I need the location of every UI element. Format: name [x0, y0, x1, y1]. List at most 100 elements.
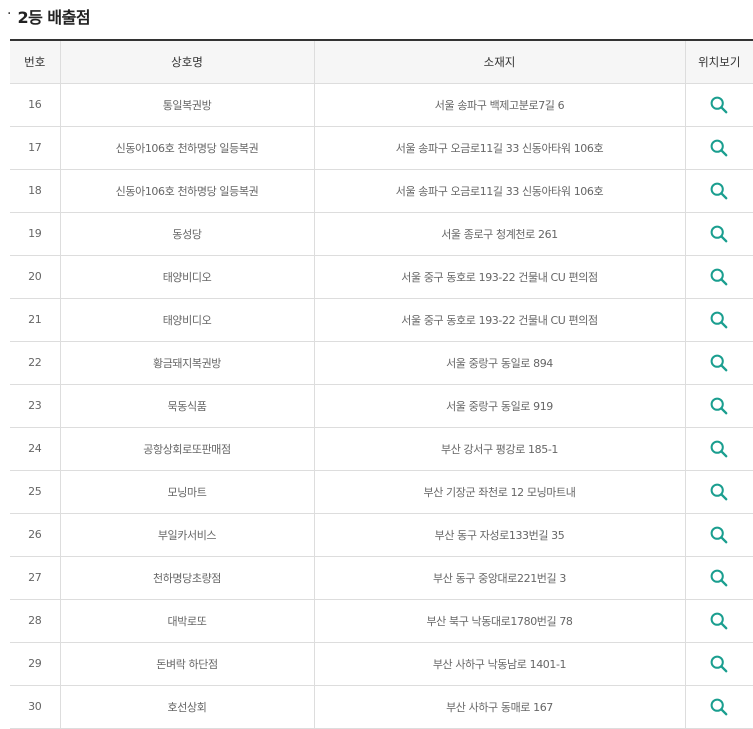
section-title: · 2등 배출점	[7, 3, 91, 29]
row-number: 29	[10, 642, 60, 686]
row-number: 24	[10, 427, 60, 471]
row-number: 21	[10, 298, 60, 342]
row-address: 부산 사하구 동매로 167	[313, 685, 685, 729]
search-icon[interactable]	[709, 568, 729, 588]
row-view-location	[684, 384, 753, 428]
search-icon[interactable]	[709, 482, 729, 502]
row-store-name: 호선상회	[59, 685, 314, 729]
table-row: 17 신동아106호 천하명당 일등복권 서울 송파구 오금로11길 33 신동아타…	[10, 126, 753, 170]
table-row: 21 태양비디오 서울 중구 동호로 193-22 건물내 CU 편의점	[10, 298, 753, 342]
table-row: 19 동성당 서울 종로구 청계천로 261	[10, 212, 753, 256]
search-icon[interactable]	[709, 439, 729, 459]
table-row: 18 신동아106호 천하명당 일등복권 서울 송파구 오금로11길 33 신동아타…	[10, 169, 753, 213]
row-view-location	[684, 83, 753, 127]
row-view-location	[684, 298, 753, 342]
search-icon[interactable]	[709, 310, 729, 330]
row-address: 부산 동구 자성로133번길 35	[313, 513, 685, 557]
header-address: 소재지	[313, 39, 685, 84]
row-number: 16	[10, 83, 60, 127]
table-row: 23 묵동식품 서울 중랑구 동일로 919	[10, 384, 753, 428]
row-address: 서울 중구 동호로 193-22 건물내 CU 편의점	[313, 298, 685, 342]
search-icon[interactable]	[709, 353, 729, 373]
table-header-row: 번호 상호명 소재지 위치보기	[10, 39, 753, 84]
header-view-location: 위치보기	[684, 39, 753, 84]
row-number: 17	[10, 126, 60, 170]
row-view-location	[684, 427, 753, 471]
search-icon[interactable]	[709, 525, 729, 545]
row-view-location	[684, 470, 753, 514]
row-address: 서울 중랑구 동일로 919	[313, 384, 685, 428]
row-store-name: 신동아106호 천하명당 일등복권	[59, 169, 314, 213]
row-store-name: 통일복권방	[59, 83, 314, 127]
row-store-name: 천하명당초량점	[59, 556, 314, 600]
row-store-name: 모닝마트	[59, 470, 314, 514]
row-number: 23	[10, 384, 60, 428]
table-row: 27 천하명당초량점 부산 동구 중앙대로221번길 3	[10, 556, 753, 600]
search-icon[interactable]	[709, 181, 729, 201]
row-number: 28	[10, 599, 60, 643]
table-row: 22 황금돼지복권방 서울 중랑구 동일로 894	[10, 341, 753, 385]
table-row: 20 태양비디오 서울 중구 동호로 193-22 건물내 CU 편의점	[10, 255, 753, 299]
row-store-name: 부일카서비스	[59, 513, 314, 557]
table-row: 26 부일카서비스 부산 동구 자성로133번길 35	[10, 513, 753, 557]
row-address: 서울 송파구 오금로11길 33 신동아타워 106호	[313, 126, 685, 170]
winner-store-table: 번호 상호명 소재지 위치보기 16 통일복권방 서울 송파구 백제고분로7길 61…	[10, 39, 753, 729]
row-address: 서울 송파구 오금로11길 33 신동아타워 106호	[313, 169, 685, 213]
row-number: 25	[10, 470, 60, 514]
row-number: 20	[10, 255, 60, 299]
table-row: 25 모닝마트 부산 기장군 좌천로 12 모닝마트내	[10, 470, 753, 514]
row-address: 서울 종로구 청계천로 261	[313, 212, 685, 256]
row-number: 30	[10, 685, 60, 729]
search-icon[interactable]	[709, 95, 729, 115]
table-row: 24 공항상회로또판매점 부산 강서구 평강로 185-1	[10, 427, 753, 471]
row-number: 26	[10, 513, 60, 557]
row-view-location	[684, 169, 753, 213]
table-row: 30 호선상회 부산 사하구 동매로 167	[10, 685, 753, 729]
row-number: 18	[10, 169, 60, 213]
title-bullet: ·	[7, 6, 12, 22]
search-icon[interactable]	[709, 654, 729, 674]
row-number: 27	[10, 556, 60, 600]
row-store-name: 묵동식품	[59, 384, 314, 428]
row-number: 19	[10, 212, 60, 256]
row-store-name: 돈벼락 하단점	[59, 642, 314, 686]
row-address: 서울 중구 동호로 193-22 건물내 CU 편의점	[313, 255, 685, 299]
row-store-name: 대박로또	[59, 599, 314, 643]
row-address: 서울 송파구 백제고분로7길 6	[313, 83, 685, 127]
row-view-location	[684, 255, 753, 299]
row-store-name: 황금돼지복권방	[59, 341, 314, 385]
row-view-location	[684, 341, 753, 385]
row-view-location	[684, 599, 753, 643]
row-address: 서울 중랑구 동일로 894	[313, 341, 685, 385]
search-icon[interactable]	[709, 138, 729, 158]
table-row: 28 대박로또 부산 북구 낙동대로1780번길 78	[10, 599, 753, 643]
row-store-name: 신동아106호 천하명당 일등복권	[59, 126, 314, 170]
row-address: 부산 기장군 좌천로 12 모닝마트내	[313, 470, 685, 514]
search-icon[interactable]	[709, 396, 729, 416]
row-address: 부산 사하구 낙동남로 1401-1	[313, 642, 685, 686]
row-view-location	[684, 212, 753, 256]
search-icon[interactable]	[709, 611, 729, 631]
row-store-name: 태양비디오	[59, 255, 314, 299]
row-address: 부산 북구 낙동대로1780번길 78	[313, 599, 685, 643]
header-number: 번호	[10, 39, 60, 84]
header-store-name: 상호명	[59, 39, 314, 84]
row-store-name: 동성당	[59, 212, 314, 256]
table-row: 16 통일복권방 서울 송파구 백제고분로7길 6	[10, 83, 753, 127]
search-icon[interactable]	[709, 267, 729, 287]
search-icon[interactable]	[709, 697, 729, 717]
row-store-name: 공항상회로또판매점	[59, 427, 314, 471]
row-number: 22	[10, 341, 60, 385]
row-store-name: 태양비디오	[59, 298, 314, 342]
row-view-location	[684, 685, 753, 729]
row-view-location	[684, 126, 753, 170]
table-body: 16 통일복권방 서울 송파구 백제고분로7길 6 17 신동아106호 천하명당 일등…	[10, 83, 753, 729]
row-view-location	[684, 513, 753, 557]
row-address: 부산 강서구 평강로 185-1	[313, 427, 685, 471]
search-icon[interactable]	[709, 224, 729, 244]
table-row: 29 돈벼락 하단점 부산 사하구 낙동남로 1401-1	[10, 642, 753, 686]
row-view-location	[684, 642, 753, 686]
row-view-location	[684, 556, 753, 600]
row-address: 부산 동구 중앙대로221번길 3	[313, 556, 685, 600]
section-title-text: 2등 배출점	[17, 8, 91, 27]
